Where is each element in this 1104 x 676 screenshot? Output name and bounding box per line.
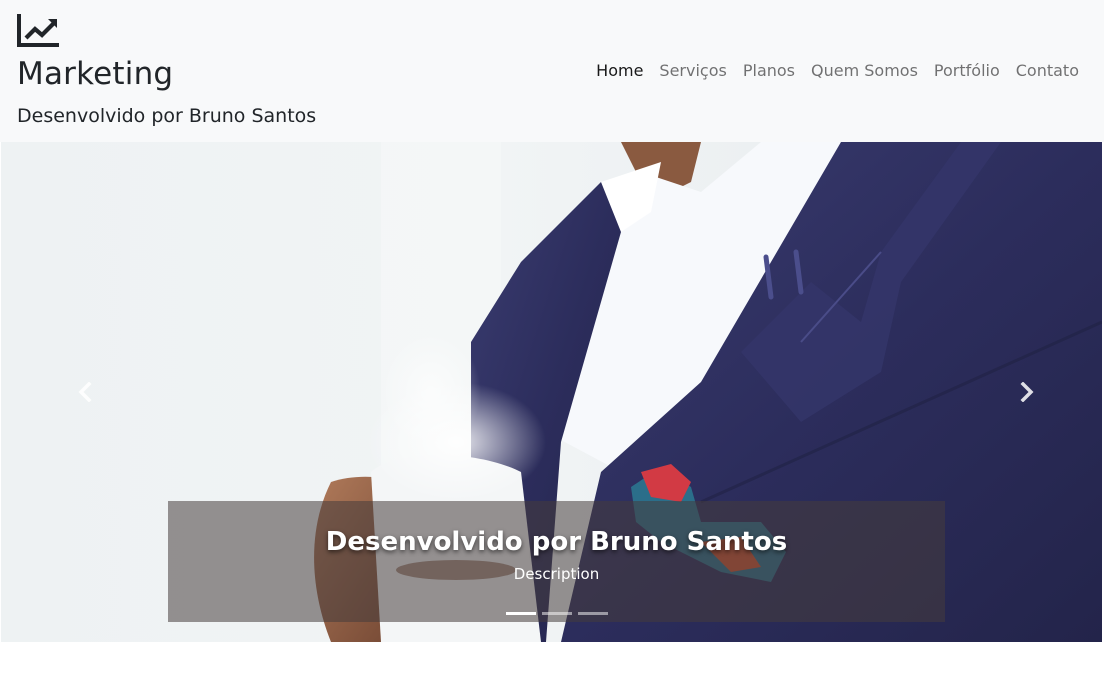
caption-description: Description <box>513 565 600 583</box>
nav-item-home: Home <box>588 58 651 84</box>
nav-link-quem-somos[interactable]: Quem Somos <box>803 58 926 84</box>
nav-item-contato: Contato <box>1008 58 1087 84</box>
chevron-right-icon <box>1020 382 1034 402</box>
carousel-prev-button[interactable] <box>72 379 98 405</box>
navbar: Marketing Desenvolvido por Bruno Santos … <box>0 0 1104 142</box>
nav-link-contato[interactable]: Contato <box>1008 58 1087 84</box>
nav-item-portfolio: Portfólio <box>926 58 1008 84</box>
carousel-indicator[interactable] <box>505 612 536 615</box>
chart-line-icon <box>17 14 60 48</box>
nav-list: Home Serviços Planos Quem Somos Portfóli… <box>588 58 1087 84</box>
brand-title[interactable]: Marketing <box>17 54 173 94</box>
brand-subtitle: Desenvolvido por Bruno Santos <box>17 105 317 127</box>
chevron-left-icon <box>78 382 92 402</box>
nav-item-quem-somos: Quem Somos <box>803 58 926 84</box>
nav-link-servicos[interactable]: Serviços <box>651 58 734 84</box>
nav-link-home[interactable]: Home <box>588 58 651 84</box>
hero-carousel: Desenvolvido por Bruno Santos Descriptio… <box>1 142 1102 642</box>
nav-item-servicos: Serviços <box>651 58 734 84</box>
nav-link-planos[interactable]: Planos <box>735 58 803 84</box>
carousel-indicators <box>168 612 945 615</box>
caption-title: Desenvolvido por Bruno Santos <box>325 527 788 557</box>
carousel-caption: Desenvolvido por Bruno Santos Descriptio… <box>168 501 945 622</box>
carousel-next-button[interactable] <box>1014 379 1040 405</box>
nav-item-planos: Planos <box>735 58 803 84</box>
carousel-indicator[interactable] <box>541 612 572 615</box>
carousel-indicator[interactable] <box>577 612 608 615</box>
nav-link-portfolio[interactable]: Portfólio <box>926 58 1008 84</box>
